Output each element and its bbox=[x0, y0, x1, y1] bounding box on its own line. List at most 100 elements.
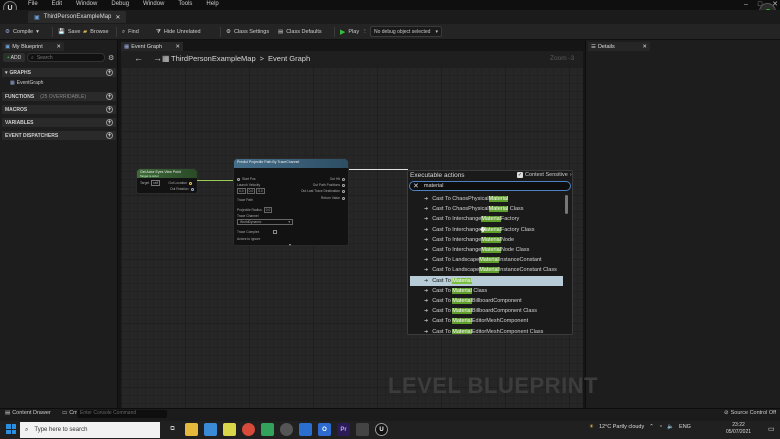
find-button[interactable]: ⌕ Find bbox=[122, 27, 139, 37]
breadcrumb-root[interactable]: ThirdPersonExampleMap bbox=[171, 54, 256, 63]
node-proj-pin-radius[interactable]: Projectile Radius 0.0 bbox=[237, 207, 273, 213]
node-proj-pin-out-dest[interactable]: Out Last Trace Destination bbox=[301, 189, 345, 193]
notification-icon[interactable]: ▭ bbox=[768, 425, 775, 433]
menu-debug[interactable]: Debug bbox=[110, 1, 130, 7]
node-proj-pin-return[interactable]: Return Value bbox=[321, 196, 345, 200]
section-macros[interactable]: MACROS + bbox=[2, 105, 116, 114]
node-predict-projectile-path[interactable]: Predict Projectile Path By TraceChannel … bbox=[233, 158, 349, 247]
node-proj-pin-ignore[interactable]: Actors to Ignore bbox=[237, 237, 260, 241]
action-result-item[interactable]: ➜ Cast To InterchangeMaterialFactory bbox=[410, 214, 563, 224]
save-button[interactable]: 💾 Save bbox=[58, 27, 80, 37]
menu-window-2[interactable]: Window bbox=[142, 1, 165, 7]
section-event-dispatchers[interactable]: EVENT DISPATCHERS + bbox=[2, 131, 116, 140]
outlook-icon[interactable]: O bbox=[318, 423, 331, 436]
settings-gear-icon[interactable]: ⚙ bbox=[108, 54, 114, 62]
my-blueprint-tab[interactable]: ▣ My Blueprint ✕ bbox=[2, 42, 64, 51]
checkbox-icon[interactable] bbox=[273, 230, 278, 234]
results-scrollbar[interactable] bbox=[565, 195, 568, 214]
weather-icon[interactable]: ☀ bbox=[589, 424, 594, 430]
velocity-z[interactable]: 0.0 bbox=[256, 188, 265, 194]
grid-icon[interactable]: ▦ bbox=[162, 54, 170, 63]
mail-icon[interactable] bbox=[299, 423, 312, 436]
action-result-item[interactable]: ➜ Cast To LandscapeMaterialInstanceConsta… bbox=[410, 255, 563, 265]
details-tab[interactable]: ☰ Details ✕ bbox=[588, 42, 650, 51]
action-result-item[interactable]: ➜ Cast To Material bbox=[410, 275, 563, 286]
clear-search-icon[interactable]: ✕ bbox=[413, 182, 419, 190]
menu-edit[interactable]: Edit bbox=[51, 1, 63, 7]
action-search-input[interactable]: ✕ material bbox=[409, 181, 571, 191]
premiere-icon[interactable]: Pr bbox=[337, 423, 350, 436]
event-graph-tab[interactable]: ▦ Event Graph ✕ bbox=[121, 42, 183, 51]
compile-button[interactable]: ⚙ Compile ▾ bbox=[5, 27, 39, 37]
language-label[interactable]: ENG bbox=[679, 424, 691, 430]
velocity-y[interactable]: 0.0 bbox=[246, 188, 256, 194]
node-proj-radius-value[interactable]: 0.0 bbox=[263, 207, 273, 213]
node-get-out1-pin-icon[interactable] bbox=[189, 181, 193, 185]
action-result-item[interactable]: ➜ Cast To MaterialEditorMeshComponent Cla… bbox=[410, 326, 563, 334]
checkbox-checked-icon[interactable]: ✓ bbox=[517, 172, 523, 178]
add-graph-icon[interactable]: + bbox=[106, 69, 113, 76]
debug-object-select[interactable]: No debug object selected ▾ bbox=[370, 26, 442, 37]
blueprint-search-input[interactable]: ⌕ Search bbox=[27, 53, 105, 62]
store-icon[interactable] bbox=[204, 423, 217, 436]
app-green-icon[interactable] bbox=[261, 423, 274, 436]
chrome-icon[interactable] bbox=[242, 423, 255, 436]
action-result-item[interactable]: ➜ Cast To MaterialBillboardComponent bbox=[410, 296, 563, 306]
class-settings-button[interactable]: ⚙ Class Settings bbox=[226, 27, 269, 37]
expand-arrow-icon[interactable]: ▾ bbox=[289, 242, 291, 247]
wifi-icon[interactable]: ◔ bbox=[659, 424, 662, 430]
node-proj-pin-out-path[interactable]: Out Path Positions bbox=[313, 183, 345, 187]
node-proj-channel-select[interactable]: WorldDynamic ▾ bbox=[237, 219, 293, 225]
action-result-item[interactable]: ➜ Cast To MaterialBillboardComponent Clas… bbox=[410, 306, 563, 316]
add-button[interactable]: + ADD bbox=[3, 53, 25, 62]
action-result-item[interactable]: ➜ Cast To ChaosPhysicalMaterial Class bbox=[410, 204, 563, 214]
add-dispatcher-icon[interactable]: + bbox=[106, 132, 113, 139]
section-graphs[interactable]: ▾ GRAPHS + bbox=[2, 68, 116, 77]
class-defaults-button[interactable]: ▤ Class Defaults bbox=[278, 27, 322, 37]
add-macro-icon[interactable]: + bbox=[106, 106, 113, 113]
notes-app-icon[interactable] bbox=[223, 423, 236, 436]
action-result-item[interactable]: ➜ Cast To LandscapeMaterialInstanceConsta… bbox=[410, 265, 563, 275]
add-variable-icon[interactable]: + bbox=[106, 119, 113, 126]
section-functions[interactable]: FUNCTIONS (25 OVERRIDABLE) + bbox=[2, 92, 116, 101]
action-result-item[interactable]: ➜ Cast To ChaosPhysicalMaterial bbox=[410, 194, 563, 204]
back-arrow-icon[interactable]: ← bbox=[134, 53, 143, 63]
clock[interactable]: 23:22 05/07/2021 bbox=[726, 422, 751, 436]
document-tab[interactable]: ▣ ThirdPersonExampleMap ✕ bbox=[28, 11, 127, 23]
content-drawer-button[interactable]: ▤ Content Drawer bbox=[5, 410, 51, 416]
close-tab-icon[interactable]: ✕ bbox=[56, 44, 61, 50]
tray-arrow-icon[interactable]: ⌃ bbox=[649, 424, 654, 430]
source-control-button[interactable]: ⊘ Source Control Off bbox=[724, 410, 776, 416]
menu-help[interactable]: Help bbox=[205, 1, 219, 7]
action-result-item[interactable]: ➜ Cast To InterchangeMaterialNode Class bbox=[410, 245, 563, 255]
volume-icon[interactable]: 🔈 bbox=[667, 424, 674, 430]
console-command-input[interactable]: Enter Console Command bbox=[77, 410, 167, 418]
unreal-taskbar-icon[interactable]: U bbox=[375, 423, 388, 436]
action-result-item[interactable]: ➜ Cast To MaterialEditorMeshComponent bbox=[410, 316, 563, 326]
task-view-icon[interactable]: ⧉ bbox=[166, 423, 179, 436]
velocity-x[interactable]: 0.0 bbox=[237, 188, 246, 194]
play-button[interactable]: ▶ Play ⋮ bbox=[340, 27, 368, 37]
browse-button[interactable]: ▰ Browse bbox=[83, 27, 109, 37]
action-result-item[interactable]: ➜ Cast To Material Class bbox=[410, 286, 563, 296]
close-tab-icon[interactable]: ✕ bbox=[175, 44, 180, 50]
close-tab-icon[interactable]: ✕ bbox=[115, 14, 120, 21]
hide-unrelated-button[interactable]: ⧩ Hide Unrelated bbox=[156, 27, 201, 37]
weather-label[interactable]: 12°C Partly cloudy bbox=[599, 424, 644, 430]
app-circle-icon[interactable] bbox=[280, 423, 293, 436]
node-proj-pin-out-hit[interactable]: Out Hit bbox=[330, 177, 345, 181]
forward-arrow-icon[interactable]: → bbox=[153, 53, 162, 63]
close-tab-icon[interactable]: ✕ bbox=[642, 44, 647, 50]
taskbar-search-input[interactable]: ⌕ Type here to search bbox=[20, 422, 160, 438]
node-get-actor-eyes-view-point[interactable]: Get Actor Eyes View Point Target is Acto… bbox=[136, 168, 198, 194]
node-get-target-pin[interactable]: Target self Out Location bbox=[140, 180, 197, 186]
windows-start-icon[interactable] bbox=[6, 424, 16, 434]
menu-tools[interactable]: Tools bbox=[177, 1, 193, 7]
menu-file[interactable]: File bbox=[27, 1, 39, 7]
minimize-icon[interactable]: – bbox=[744, 1, 748, 8]
node-proj-pin-channel[interactable]: Trace Channel WorldDynamic ▾ bbox=[237, 214, 293, 225]
file-explorer-icon[interactable] bbox=[185, 423, 198, 436]
section-variables[interactable]: VARIABLES + bbox=[2, 118, 116, 127]
action-result-item[interactable]: ➜ Cast To InterchangeMaterialNode bbox=[410, 235, 563, 245]
node-proj-pin-start[interactable]: Start Pos bbox=[237, 177, 256, 181]
